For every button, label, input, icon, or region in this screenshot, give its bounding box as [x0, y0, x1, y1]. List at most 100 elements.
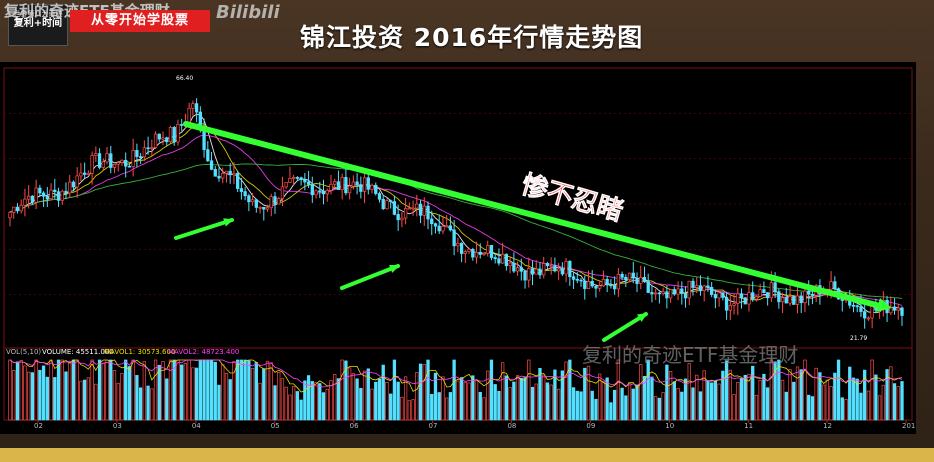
volume-bar	[23, 365, 27, 421]
volume-bar	[68, 362, 72, 421]
chart-panel: 02 03 04 05 06 07 08 09 10 11 12 201 66.40 21.79 VO…	[0, 62, 916, 434]
volume-bar	[176, 359, 180, 421]
candle-body	[138, 156, 143, 158]
volume-bar	[53, 377, 57, 421]
volume-bar	[135, 375, 139, 421]
candle-body	[392, 201, 397, 215]
candle-body	[773, 282, 777, 293]
candle-body	[194, 103, 199, 113]
volume-bar	[381, 364, 385, 421]
candle-body	[142, 147, 147, 158]
volume-bar	[198, 359, 202, 421]
volume-bar	[355, 378, 359, 421]
candle-body	[497, 258, 501, 264]
volume-bar	[493, 384, 497, 421]
volume-bar	[556, 388, 561, 421]
candle-body	[254, 199, 258, 208]
candle-body	[124, 159, 128, 167]
candle-body	[187, 107, 191, 123]
volume-bar	[120, 373, 124, 421]
volume-bar	[415, 372, 419, 421]
candle-body	[795, 295, 800, 305]
candle-body	[430, 218, 434, 225]
candle-body	[64, 190, 68, 194]
volume-bar	[146, 385, 150, 421]
candle-body	[627, 272, 632, 281]
video-frame: 世界第八大奇迹 复利+时间 复利的奇迹ETF基金理财 从零开始学股票 Bilib…	[0, 0, 934, 462]
volume-bar	[75, 359, 79, 421]
volume-bar	[627, 382, 632, 421]
candle-body	[258, 206, 262, 209]
candle-body	[277, 198, 281, 205]
bottom-strip	[0, 448, 934, 462]
candle-body	[30, 195, 35, 203]
volume-bar	[874, 374, 878, 421]
x-tick-label: 11	[744, 422, 753, 430]
candle-body	[609, 284, 613, 287]
volume-bar	[680, 391, 684, 421]
volume-bar	[616, 359, 621, 421]
candle-body	[180, 124, 184, 126]
volume-bar	[661, 392, 665, 421]
candle-body	[605, 278, 609, 286]
high-price-label: 66.40	[176, 75, 193, 82]
volume-bar	[333, 373, 337, 421]
candle-body	[90, 155, 94, 174]
volume-bar	[736, 382, 740, 421]
candle-body	[691, 280, 695, 288]
candle-body	[459, 242, 464, 254]
volume-bar	[564, 361, 568, 421]
candle-body	[329, 183, 333, 191]
volume-bar	[881, 384, 885, 421]
candle-body	[75, 175, 79, 188]
candle-body	[654, 292, 658, 295]
candle-body	[732, 303, 736, 306]
volume-bar	[243, 359, 247, 421]
x-tick-label: 12	[823, 422, 832, 430]
volume-bar	[400, 396, 404, 421]
candle-body	[650, 292, 654, 295]
candle-body	[86, 172, 91, 175]
ma20-line	[9, 134, 903, 306]
annotation-overlay	[174, 121, 892, 342]
volume-bar	[504, 375, 509, 421]
volume-bar	[157, 364, 161, 421]
volume-bar	[329, 380, 333, 421]
volume-bar	[814, 367, 818, 421]
volume-bar	[90, 359, 94, 421]
x-tick-label: 08	[507, 422, 516, 430]
annotation-text: 惨不忍睹	[518, 169, 627, 227]
volume-bar	[609, 402, 613, 421]
candle-body	[542, 263, 546, 276]
volume-bar	[116, 382, 120, 421]
volume-bar	[15, 361, 20, 421]
candle-body	[616, 273, 621, 290]
volume-bar	[732, 394, 736, 421]
candle-body	[560, 268, 565, 275]
candle-body	[49, 189, 53, 199]
volume-bar	[870, 359, 874, 421]
volume-bar	[34, 359, 38, 421]
page-title: 锦江投资 2016年行情走势图	[300, 23, 644, 52]
candle-body	[366, 177, 370, 190]
volume-bar	[228, 379, 232, 421]
volume-bar	[575, 390, 579, 421]
candle-body	[900, 307, 904, 316]
volume-bar	[265, 360, 270, 421]
volume-bar	[180, 364, 184, 421]
volume-bar	[799, 369, 803, 421]
candle-body	[635, 277, 639, 284]
candle-body	[486, 245, 490, 254]
x-tick-label: 05	[271, 422, 280, 430]
low-price-label: 21.79	[850, 335, 867, 342]
candle-body	[250, 199, 255, 203]
candle-body	[754, 296, 759, 300]
candle-body	[306, 181, 311, 185]
candle-body	[765, 292, 770, 299]
volume-bar	[288, 394, 292, 421]
candle-body	[519, 267, 523, 272]
candle-body	[291, 177, 296, 179]
volume-bar	[512, 381, 516, 421]
volume-bar	[280, 378, 285, 421]
volume-bar	[325, 388, 329, 421]
